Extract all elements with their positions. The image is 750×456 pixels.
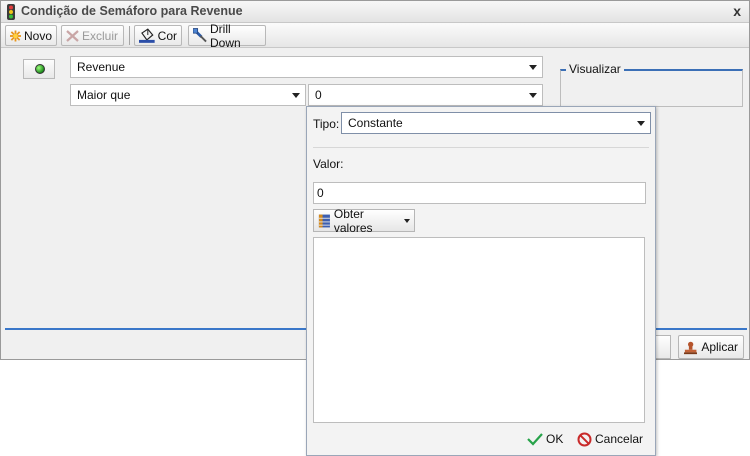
divider <box>313 147 649 148</box>
values-list[interactable] <box>313 237 645 423</box>
operator-select[interactable]: Maior que <box>70 84 306 106</box>
get-values-button[interactable]: Obter valores <box>313 206 415 235</box>
chevron-down-icon <box>404 218 410 223</box>
delete-x-icon <box>66 29 79 42</box>
delete-button[interactable]: Excluir <box>61 25 124 46</box>
value-select[interactable]: 0 <box>308 84 543 106</box>
measure-select[interactable]: Revenue <box>70 56 543 78</box>
check-icon <box>527 433 543 446</box>
new-star-icon <box>10 30 21 41</box>
measure-select-value: Revenue <box>77 60 126 74</box>
delete-button-label: Excluir <box>82 28 119 43</box>
window-title: Condição de Semáforo para Revenue <box>21 4 243 18</box>
apply-button[interactable]: Aplicar <box>678 335 744 359</box>
valor-input-value: 0 <box>317 186 324 200</box>
ok-button[interactable]: OK <box>527 429 563 449</box>
color-button-label: Cor <box>157 28 177 43</box>
tipo-label: Tipo: <box>313 117 340 131</box>
chevron-down-icon[interactable] <box>634 115 648 131</box>
stamp-icon <box>684 341 698 354</box>
tipo-select[interactable]: Constante <box>341 112 651 134</box>
value-select-value: 0 <box>315 88 322 102</box>
drill-icon <box>193 28 207 43</box>
cancel-button-label: Cancelar <box>595 432 644 446</box>
tipo-select-value: Constante <box>348 116 403 130</box>
ok-button-label: OK <box>546 432 564 446</box>
close-button[interactable]: x <box>733 3 741 19</box>
preview-legend: Visualizar <box>566 62 624 76</box>
color-button[interactable]: Cor <box>134 25 182 46</box>
drill-down-button[interactable]: Drill Down <box>188 22 266 50</box>
toolbar-separator <box>129 26 130 45</box>
traffic-light-icon <box>7 4 15 20</box>
title-bar[interactable]: Condição de Semáforo para Revenue x <box>1 1 749 23</box>
cancel-button[interactable]: Cancelar <box>577 429 643 449</box>
database-icon <box>318 214 330 227</box>
chevron-down-icon[interactable] <box>289 87 303 103</box>
valor-input[interactable]: 0 <box>313 182 646 204</box>
valor-label: Valor: <box>313 157 344 171</box>
value-popup: Tipo: Constante Valor: 0 Obter valores O… <box>306 106 656 456</box>
drill-down-button-label: Drill Down <box>209 21 241 50</box>
paint-bucket-icon <box>139 28 155 43</box>
chevron-down-icon[interactable] <box>526 59 540 75</box>
toolbar: Novo Excluir Cor Drill Down <box>1 22 749 50</box>
indicator-color-button[interactable] <box>23 59 55 79</box>
get-values-label: Obter valores <box>333 206 373 235</box>
apply-button-label: Aplicar <box>701 340 738 354</box>
operator-select-value: Maior que <box>77 88 131 102</box>
cancel-icon <box>577 432 592 446</box>
chevron-down-icon[interactable] <box>526 87 540 103</box>
new-button-label: Novo <box>23 28 52 43</box>
new-button[interactable]: Novo <box>5 25 57 46</box>
green-light-icon <box>35 64 45 74</box>
